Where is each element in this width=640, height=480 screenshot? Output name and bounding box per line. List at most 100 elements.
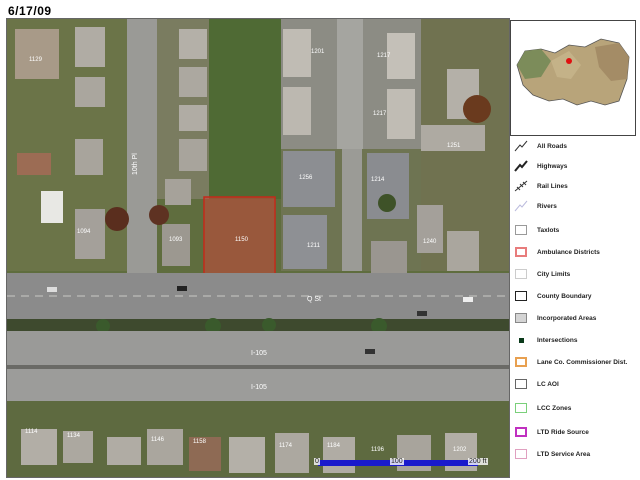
lot-label: 1129 xyxy=(29,57,43,63)
lot-label: 1174 xyxy=(279,443,293,449)
city-limits-icon xyxy=(515,269,527,279)
building xyxy=(229,437,265,473)
building xyxy=(275,433,309,473)
building xyxy=(41,191,63,223)
aerial-map-svg: Q St I-105 I-105 10th Pl 1150 1129 1201 … xyxy=(7,19,509,477)
scale-label-mid: 100 xyxy=(390,458,404,465)
building xyxy=(75,77,105,107)
location-marker-icon xyxy=(566,58,572,64)
lot-label: 1114 xyxy=(25,429,38,435)
legend-item: All Roads xyxy=(513,136,638,156)
lot-label: 1211 xyxy=(307,243,321,249)
building xyxy=(179,139,207,171)
building xyxy=(179,67,207,97)
legend-item: Incorporated Areas xyxy=(513,308,638,328)
lcc-zones-icon xyxy=(515,403,527,413)
vehicle xyxy=(463,297,473,302)
rail-lines-icon xyxy=(513,180,529,193)
lot-label: 1184 xyxy=(327,443,341,449)
lot-label: 1256 xyxy=(299,175,313,181)
incorporated-areas-icon xyxy=(515,313,527,323)
lot-label: 1094 xyxy=(77,229,91,235)
lot-label: 1196 xyxy=(371,447,385,453)
highways-icon xyxy=(513,160,529,173)
lot-label: 1146 xyxy=(151,437,165,443)
legend-item: Lane Co. Commissioner Dist. xyxy=(513,352,638,372)
lot-label: 1217 xyxy=(373,111,387,117)
intersections-icon xyxy=(518,337,524,343)
tree xyxy=(96,319,110,333)
i105-lower-label: I-105 xyxy=(251,384,267,391)
building xyxy=(283,87,311,135)
building xyxy=(162,224,190,266)
building xyxy=(165,179,191,205)
building xyxy=(387,33,415,79)
subject-lot-label: 1150 xyxy=(235,237,249,243)
lot-label: 1202 xyxy=(453,447,467,453)
lot-label: 1093 xyxy=(169,237,183,243)
lot-label: 1251 xyxy=(447,143,461,149)
tree xyxy=(378,194,396,212)
lot-label: 1134 xyxy=(67,433,81,439)
legend-item: Intersections xyxy=(513,330,638,350)
building xyxy=(283,29,311,77)
i105-divider xyxy=(7,365,509,369)
lot-label: 1217 xyxy=(377,53,391,59)
lot-label: 1158 xyxy=(193,439,207,445)
locator-inset-map[interactable] xyxy=(510,20,636,136)
side-street-label: 10th Pl xyxy=(132,153,139,175)
legend-item: County Boundary xyxy=(513,286,638,306)
ltd-ride-source-icon xyxy=(515,427,527,437)
report-date: 6/17/09 xyxy=(6,4,54,18)
open-field xyxy=(209,19,281,199)
building xyxy=(447,231,479,271)
legend-item: LCC Zones xyxy=(513,398,638,418)
q-street-label: Q St xyxy=(307,296,321,303)
scale-segment xyxy=(398,460,478,466)
legend-item: Highways xyxy=(513,156,638,176)
building xyxy=(371,241,407,273)
lot-label: 1214 xyxy=(371,177,385,183)
tree xyxy=(149,205,169,225)
lot-label: 1201 xyxy=(311,49,325,55)
building xyxy=(179,105,207,131)
i105-upper-label: I-105 xyxy=(251,350,267,357)
locator-map-svg xyxy=(511,21,635,135)
aerial-map[interactable]: Q St I-105 I-105 10th Pl 1150 1129 1201 … xyxy=(6,18,510,478)
ambulance-districts-icon xyxy=(515,247,527,257)
building xyxy=(75,27,105,67)
tree xyxy=(463,95,491,123)
building xyxy=(179,29,207,59)
building xyxy=(387,89,415,139)
legend-item: Rail Lines xyxy=(513,176,638,196)
legend-item: Rivers xyxy=(513,196,638,216)
tree xyxy=(105,207,129,231)
legend-item: Ambulance Districts xyxy=(513,242,638,262)
vehicle xyxy=(417,311,427,316)
legend-item: LTD Ride Source xyxy=(513,422,638,442)
scale-bar: 0 100 200 ft xyxy=(314,456,494,472)
building xyxy=(417,205,443,253)
building xyxy=(147,429,183,465)
tree xyxy=(262,318,276,332)
legend-item: Taxlots xyxy=(513,220,638,240)
ltd-service-area-icon xyxy=(515,449,527,459)
taxlots-icon xyxy=(515,225,527,235)
side-street xyxy=(127,19,157,274)
vehicle xyxy=(47,287,57,292)
building xyxy=(17,153,51,175)
all-roads-icon xyxy=(513,140,529,153)
county-boundary-icon xyxy=(515,291,527,301)
legend-item: City Limits xyxy=(513,264,638,284)
legend-item: LC AOI xyxy=(513,374,638,394)
parking-lane xyxy=(337,19,363,149)
scale-label-end: 200 ft xyxy=(468,458,488,465)
building xyxy=(283,215,327,269)
median xyxy=(7,319,509,331)
i105-westbound xyxy=(7,331,509,365)
map-report-frame: 6/17/09 Q St I-105 I-105 10th Pl 1150 11… xyxy=(0,0,640,480)
rivers-icon xyxy=(513,200,529,213)
lot-label: 1240 xyxy=(423,239,437,245)
building xyxy=(107,437,141,465)
driveway xyxy=(342,149,362,271)
